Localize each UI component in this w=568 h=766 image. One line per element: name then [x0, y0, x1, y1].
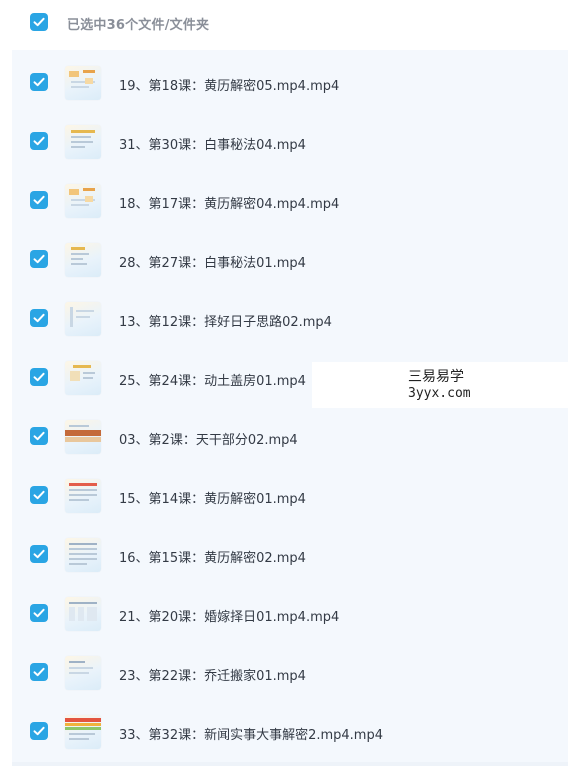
video-thumbnail-icon: [65, 715, 101, 749]
file-row[interactable]: 18、第17课：黄历解密04.mp4.mp4: [12, 170, 568, 229]
video-thumbnail-icon: [65, 479, 101, 513]
video-thumbnail-icon: [65, 597, 101, 631]
selection-count-title: 已选中36个文件/文件夹: [67, 18, 210, 33]
file-row[interactable]: 33、第32课：新闻实事大事解密2.mp4.mp4: [12, 701, 568, 760]
file-name: 15、第14课：黄历解密01.mp4: [119, 492, 306, 507]
file-checkbox[interactable]: [30, 545, 48, 563]
file-checkbox[interactable]: [30, 191, 48, 209]
video-thumbnail-icon: [65, 66, 101, 100]
file-name: 28、第27课：白事秘法01.mp4: [119, 256, 306, 271]
file-name: 25、第24课：动土盖房01.mp4: [119, 374, 306, 389]
file-name: 18、第17课：黄历解密04.mp4.mp4: [119, 197, 340, 212]
video-thumbnail-icon: [65, 361, 101, 395]
file-checkbox[interactable]: [30, 73, 48, 91]
video-thumbnail-icon: [65, 656, 101, 690]
video-thumbnail-icon: [65, 125, 101, 159]
file-checkbox[interactable]: [30, 427, 48, 445]
video-thumbnail-icon: [65, 420, 101, 454]
video-thumbnail-icon: [65, 302, 101, 336]
selection-header: 已选中36个文件/文件夹: [0, 0, 568, 46]
checkmark-icon: [33, 372, 45, 382]
checkmark-icon: [33, 667, 45, 677]
checkmark-icon: [33, 254, 45, 264]
file-name: 21、第20课：婚嫁择日01.mp4.mp4: [119, 610, 340, 625]
checkmark-icon: [33, 77, 45, 87]
file-row[interactable]: 13、第12课：择好日子思路02.mp4: [12, 288, 568, 347]
file-checkbox[interactable]: [30, 663, 48, 681]
divider: [12, 762, 568, 766]
file-checkbox[interactable]: [30, 722, 48, 740]
file-checkbox[interactable]: [30, 250, 48, 268]
file-name: 19、第18课：黄历解密05.mp4.mp4: [119, 79, 340, 94]
checkmark-icon: [33, 195, 45, 205]
file-row[interactable]: 31、第30课：白事秘法04.mp4: [12, 111, 568, 170]
file-checkbox[interactable]: [30, 486, 48, 504]
file-row[interactable]: 15、第14课：黄历解密01.mp4: [12, 465, 568, 524]
checkmark-icon: [33, 490, 45, 500]
file-name: 33、第32课：新闻实事大事解密2.mp4.mp4: [119, 728, 383, 743]
file-row[interactable]: 28、第27课：白事秘法01.mp4: [12, 229, 568, 288]
select-all-checkbox[interactable]: [30, 13, 48, 31]
file-list: 19、第18课：黄历解密05.mp4.mp4 31、第30课：白事秘法04.mp…: [12, 50, 568, 766]
file-row[interactable]: 16、第15课：黄历解密02.mp4: [12, 524, 568, 583]
file-name: 13、第12课：择好日子思路02.mp4: [119, 315, 332, 330]
file-checkbox[interactable]: [30, 368, 48, 386]
watermark: 三易易学 3yyx.com: [312, 362, 568, 408]
file-checkbox[interactable]: [30, 309, 48, 327]
video-thumbnail-icon: [65, 538, 101, 572]
file-checkbox[interactable]: [30, 132, 48, 150]
file-checkbox[interactable]: [30, 604, 48, 622]
checkmark-icon: [33, 549, 45, 559]
video-thumbnail-icon: [65, 184, 101, 218]
file-name: 03、第2课：天干部分02.mp4: [119, 433, 298, 448]
checkmark-icon: [33, 726, 45, 736]
file-name: 23、第22课：乔迁搬家01.mp4: [119, 669, 306, 684]
file-row[interactable]: 23、第22课：乔迁搬家01.mp4: [12, 642, 568, 701]
video-thumbnail-icon: [65, 243, 101, 277]
checkmark-icon: [33, 313, 45, 323]
file-row[interactable]: 21、第20课：婚嫁择日01.mp4.mp4: [12, 583, 568, 642]
file-name: 31、第30课：白事秘法04.mp4: [119, 138, 306, 153]
file-row[interactable]: 03、第2课：天干部分02.mp4: [12, 406, 568, 465]
checkmark-icon: [33, 431, 45, 441]
checkmark-icon: [33, 608, 45, 618]
file-row[interactable]: 19、第18课：黄历解密05.mp4.mp4: [12, 52, 568, 111]
watermark-url: 3yyx.com: [408, 386, 471, 401]
watermark-text: 三易易学: [408, 369, 464, 385]
checkmark-icon: [33, 136, 45, 146]
file-name: 16、第15课：黄历解密02.mp4: [119, 551, 306, 566]
checkmark-icon: [33, 17, 45, 27]
